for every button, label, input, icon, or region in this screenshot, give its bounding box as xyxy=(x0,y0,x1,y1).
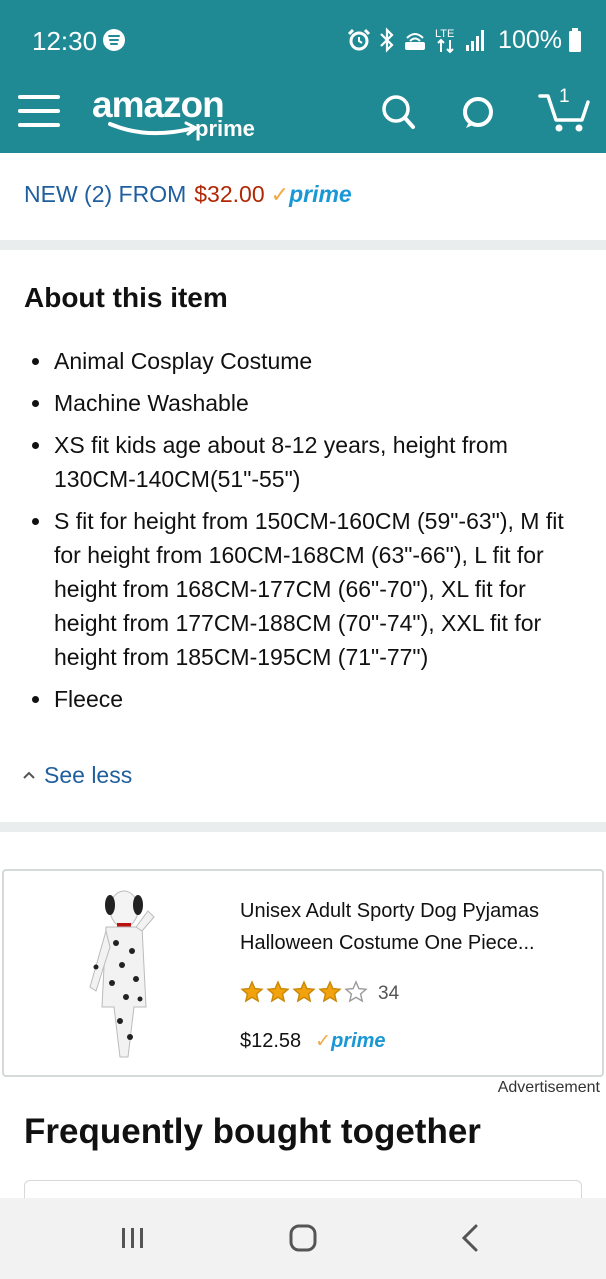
lte-icon: LTE xyxy=(435,28,454,54)
battery-level: 100% xyxy=(498,25,562,54)
star-filled-icon xyxy=(240,979,264,1002)
cart-count: 1 xyxy=(559,86,570,107)
spotify-icon xyxy=(103,29,125,51)
bullet-item: Machine Washable xyxy=(24,386,584,420)
volte-icon xyxy=(405,33,426,50)
review-count: 34 xyxy=(378,983,400,1004)
star-empty-icon xyxy=(344,979,368,1002)
ad-price-row: $12.58 ✓ prime xyxy=(240,1025,386,1057)
advertisement-label: Advertisement xyxy=(497,1079,600,1096)
stars xyxy=(240,979,370,1009)
prime-label: prime xyxy=(331,1029,386,1052)
home-icon[interactable] xyxy=(283,1220,323,1256)
about-title: About this item xyxy=(24,282,228,313)
star-filled-icon xyxy=(266,979,290,1002)
ad-product-title[interactable]: Unisex Adult Sporty Dog Pyjamas Hallowee… xyxy=(240,895,590,959)
svg-text:LTE: LTE xyxy=(435,28,454,40)
app-header: amazon prime 1 xyxy=(0,80,606,153)
status-icons: LTE 100% xyxy=(346,24,582,56)
product-image[interactable] xyxy=(84,887,164,1063)
amazon-prime-logo[interactable]: amazon prime xyxy=(90,84,270,144)
section-divider xyxy=(0,822,606,832)
bullet-item: XS fit kids age about 8-12 years, height… xyxy=(24,428,584,496)
recent-apps-icon[interactable] xyxy=(112,1220,152,1256)
logo-prime: prime xyxy=(195,116,255,141)
see-less-link[interactable]: See less xyxy=(22,758,132,792)
about-bullets: Animal Cosplay Costume Machine Washable … xyxy=(24,344,584,724)
alexa-icon[interactable] xyxy=(460,94,496,130)
ad-price: $12.58 xyxy=(240,1029,302,1052)
star-filled-icon xyxy=(292,979,316,1002)
status-time: 12:30 xyxy=(32,26,98,56)
prime-label: prime xyxy=(289,180,352,207)
prime-badge: ✓ prime xyxy=(271,181,352,208)
fbt-title: Frequently bought together xyxy=(24,1112,481,1151)
logo-smile-icon xyxy=(108,121,199,136)
back-icon[interactable] xyxy=(452,1220,492,1256)
section-divider xyxy=(0,240,606,250)
see-less-label: See less xyxy=(44,761,133,788)
bullet-item: Animal Cosplay Costume xyxy=(24,344,584,378)
menu-icon[interactable] xyxy=(18,94,62,128)
prime-check-icon: ✓ xyxy=(315,1030,332,1052)
battery-icon xyxy=(569,28,581,52)
prime-check-icon: ✓ xyxy=(270,181,290,207)
android-nav-bar xyxy=(0,1198,606,1279)
star-rating[interactable]: 34 xyxy=(240,979,399,1009)
offer-label: NEW (2) FROM xyxy=(24,180,187,207)
bluetooth-icon xyxy=(380,27,394,53)
cart-button[interactable]: 1 xyxy=(538,86,592,134)
bullet-item: S fit for height from 150CM-160CM (59"-6… xyxy=(24,504,584,674)
sponsored-product-card[interactable]: Unisex Adult Sporty Dog Pyjamas Hallowee… xyxy=(2,869,604,1077)
search-icon[interactable] xyxy=(380,92,416,132)
prime-badge: ✓ prime xyxy=(315,1030,385,1053)
offer-price: $32.00 xyxy=(194,180,265,207)
signal-icon xyxy=(466,30,485,51)
star-filled-icon xyxy=(318,979,342,1002)
alarm-icon xyxy=(347,28,371,51)
bullet-item: Fleece xyxy=(24,682,584,716)
new-offers-link[interactable]: NEW (2) FROM $32.00 ✓ prime xyxy=(24,176,352,212)
status-bar: 12:30 LTE 100% xyxy=(0,0,606,80)
chevron-up-icon xyxy=(23,771,35,779)
